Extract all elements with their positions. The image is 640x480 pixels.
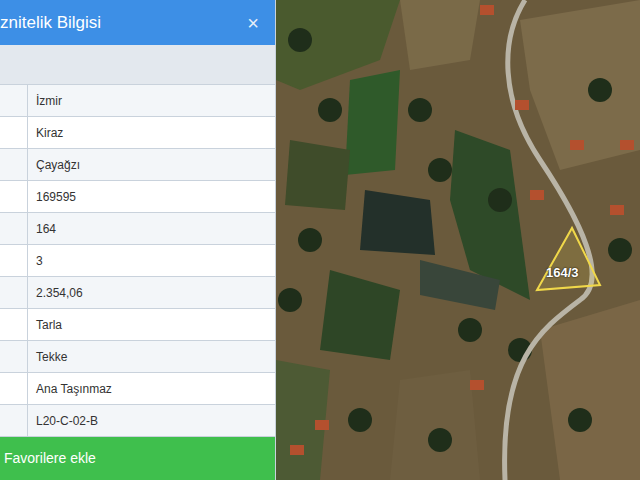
table-row: İzmir bbox=[0, 85, 275, 117]
label-cell bbox=[0, 181, 28, 212]
label-cell bbox=[0, 117, 28, 148]
table-row: L20-C-02-B bbox=[0, 405, 275, 437]
parcel-label[interactable]: 164/3 bbox=[546, 263, 579, 283]
table-row: 2.354,06 bbox=[0, 277, 275, 309]
value-cell: Tekke bbox=[28, 341, 75, 372]
label-cell bbox=[0, 85, 28, 116]
map-imagery bbox=[276, 0, 640, 480]
panel-header: znitelik Bilgisi × bbox=[0, 0, 275, 45]
value-cell: L20-C-02-B bbox=[28, 405, 106, 436]
table-row: 169595 bbox=[0, 181, 275, 213]
label-cell bbox=[0, 405, 28, 436]
label-cell bbox=[0, 149, 28, 180]
attribute-table: İzmirKirazÇayağzı16959516432.354,06Tarla… bbox=[0, 85, 275, 437]
label-cell bbox=[0, 277, 28, 308]
value-cell: 164 bbox=[28, 213, 64, 244]
label-cell bbox=[0, 309, 28, 340]
value-cell: 2.354,06 bbox=[28, 277, 91, 308]
label-cell bbox=[0, 213, 28, 244]
value-cell: 3 bbox=[28, 245, 51, 276]
favorite-label: Favorilere ekle bbox=[4, 448, 96, 469]
value-cell: Kiraz bbox=[28, 117, 71, 148]
table-header bbox=[0, 45, 275, 85]
table-row: 164 bbox=[0, 213, 275, 245]
value-cell: İzmir bbox=[28, 85, 70, 116]
info-panel: znitelik Bilgisi × İzmirKirazÇayağzı169595… bbox=[0, 0, 276, 480]
close-button[interactable]: × bbox=[243, 13, 263, 33]
table-row: 3 bbox=[0, 245, 275, 277]
table-row: Ana Taşınmaz bbox=[0, 373, 275, 405]
value-cell: Çayağzı bbox=[28, 149, 88, 180]
table-row: Tarla bbox=[0, 309, 275, 341]
value-cell: Ana Taşınmaz bbox=[28, 373, 120, 404]
table-row: Tekke bbox=[0, 341, 275, 373]
value-cell: Tarla bbox=[28, 309, 70, 340]
value-cell: 169595 bbox=[28, 181, 84, 212]
table-row: Çayağzı bbox=[0, 149, 275, 181]
label-cell bbox=[0, 373, 28, 404]
panel-title: znitelik Bilgisi bbox=[0, 10, 101, 36]
favorite-button[interactable]: Favorilere ekle bbox=[0, 437, 275, 480]
label-cell bbox=[0, 341, 28, 372]
table-row: Kiraz bbox=[0, 117, 275, 149]
satellite-map[interactable]: 164/3 bbox=[276, 0, 640, 480]
label-cell bbox=[0, 245, 28, 276]
